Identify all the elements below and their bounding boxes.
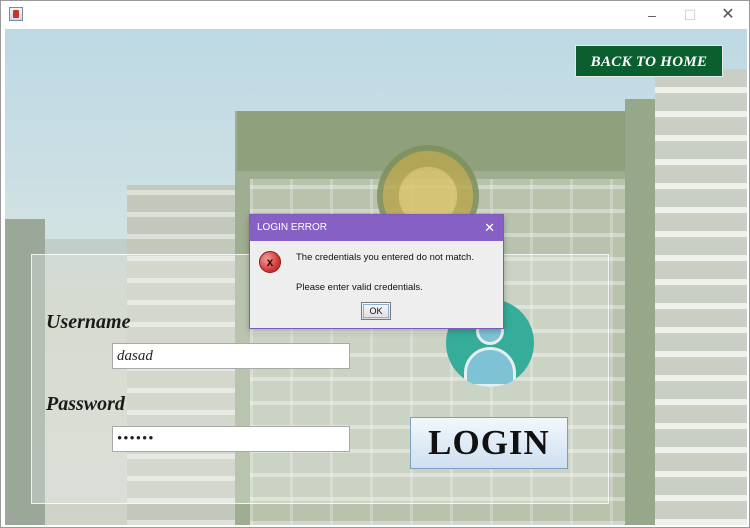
window-titlebar[interactable]: – ☐ ✕ — [1, 1, 749, 29]
dialog-message-line1: The credentials you entered do not match… — [296, 252, 474, 263]
dialog-close-button[interactable]: ✕ — [484, 215, 495, 241]
background-building — [625, 99, 659, 525]
maximize-button[interactable]: ☐ — [673, 3, 707, 27]
login-error-dialog: LOGIN ERROR ✕ x The credentials you ente… — [249, 214, 504, 329]
login-button[interactable]: LOGIN — [410, 417, 568, 469]
app-window: – ☐ ✕ BACK TO HOME Username dasad Passwo… — [0, 0, 750, 528]
close-button[interactable]: ✕ — [711, 3, 745, 27]
dialog-titlebar[interactable]: LOGIN ERROR ✕ — [250, 215, 503, 241]
error-icon: x — [259, 251, 281, 273]
background-building — [655, 69, 747, 525]
password-field[interactable]: •••••• — [112, 426, 350, 452]
username-field[interactable]: dasad — [112, 343, 350, 369]
username-label: Username — [46, 311, 131, 333]
error-icon-glyph: x — [266, 255, 274, 269]
dialog-message-line2: Please enter valid credentials. — [296, 282, 423, 293]
ok-button[interactable]: OK — [361, 302, 391, 320]
dialog-title: LOGIN ERROR — [257, 222, 328, 233]
password-label: Password — [46, 393, 125, 415]
avatar-body-shape — [464, 347, 516, 387]
minimize-button[interactable]: – — [635, 3, 669, 27]
back-to-home-button[interactable]: BACK TO HOME — [575, 45, 723, 77]
java-app-icon — [9, 7, 23, 21]
